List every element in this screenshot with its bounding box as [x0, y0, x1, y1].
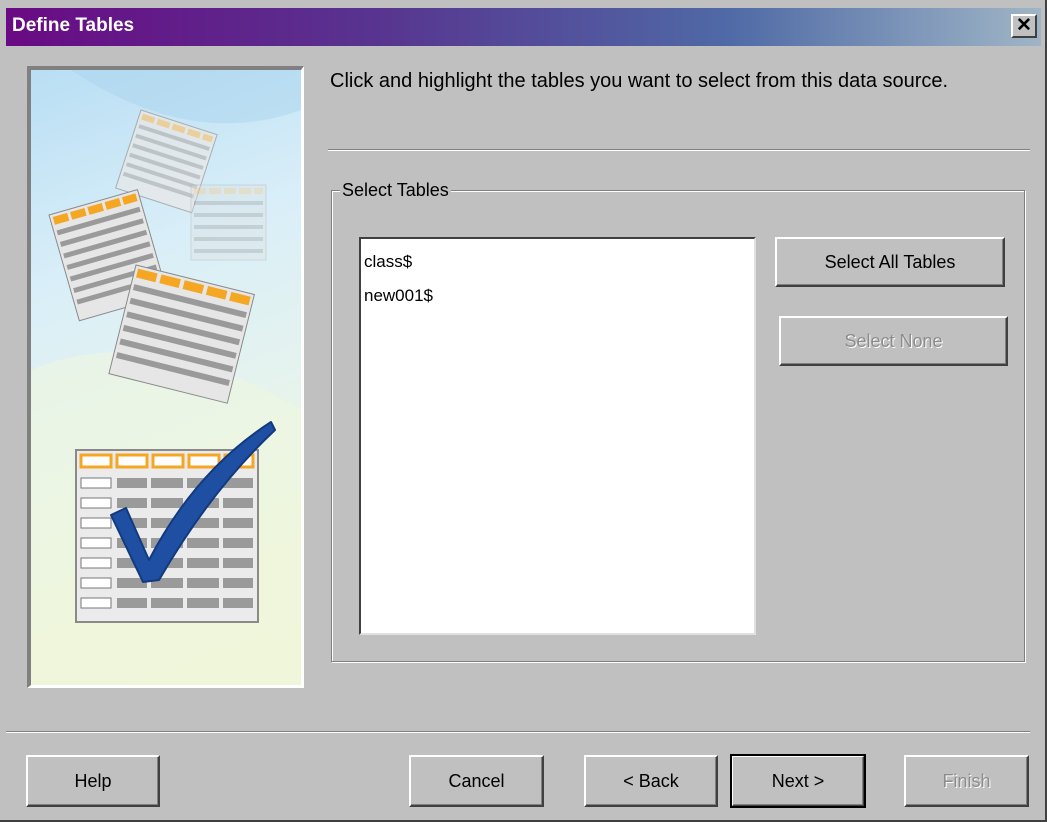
select-all-label: Select All Tables [824, 252, 956, 272]
finish-button[interactable]: Finish [904, 755, 1029, 807]
table-icon-ghost [190, 184, 267, 261]
header-divider [328, 149, 1030, 151]
close-button[interactable]: ✕ [1011, 14, 1037, 38]
instruction-text: Click and highlight the tables you want … [330, 70, 949, 92]
next-button[interactable]: Next > [730, 754, 866, 808]
group-legend: Select Tables [340, 180, 451, 201]
wizard-illustration [27, 66, 304, 688]
footer-divider [6, 731, 1030, 733]
help-button[interactable]: Help [26, 755, 160, 807]
close-icon: ✕ [1016, 15, 1032, 36]
back-button[interactable]: < Back [584, 755, 718, 807]
finish-label: Finish [942, 771, 991, 791]
list-item[interactable]: class$ [361, 245, 754, 279]
select-all-tables-button[interactable]: Select All Tables [775, 237, 1005, 287]
tables-checkmark-illustration [31, 70, 301, 685]
define-tables-dialog: Define Tables ✕ Click and highlight the … [0, 0, 1047, 822]
back-label: < Back [623, 771, 679, 791]
select-none-button[interactable]: Select None [779, 316, 1008, 366]
tables-listbox[interactable]: class$ new001$ [359, 237, 756, 635]
cancel-button[interactable]: Cancel [409, 755, 544, 807]
next-label: Next > [771, 771, 825, 791]
title-bar[interactable]: Define Tables ✕ [6, 8, 1041, 46]
select-none-label: Select None [844, 331, 943, 351]
list-item[interactable]: new001$ [361, 279, 754, 313]
cancel-label: Cancel [448, 771, 505, 791]
help-label: Help [74, 771, 112, 791]
window-title: Define Tables [12, 15, 135, 36]
